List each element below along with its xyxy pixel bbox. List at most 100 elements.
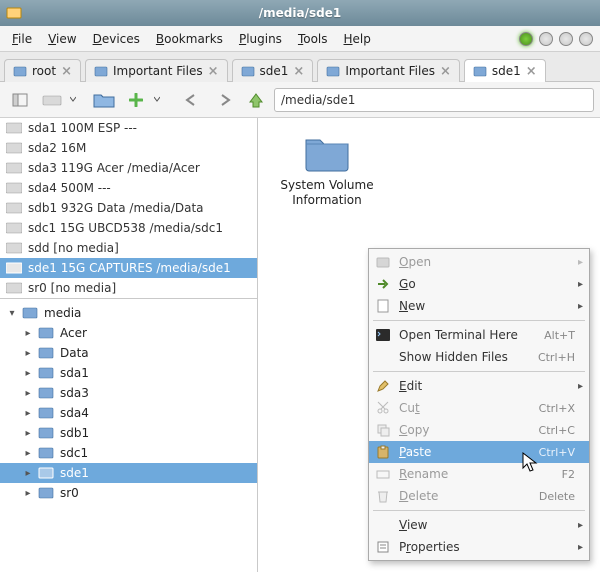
device-label: sde1 15G CAPTURES /media/sde1	[28, 261, 231, 275]
ctx-accel: Delete	[539, 490, 575, 503]
file-view[interactable]: System Volume Information Open▸ Go▸ New▸…	[258, 118, 600, 572]
drive-button[interactable]	[38, 86, 66, 114]
expander-icon[interactable]: ▸	[22, 408, 34, 419]
left-panel: sda1 100M ESP --- sda2 16M sda3 119G Ace…	[0, 118, 258, 572]
device-row[interactable]: sda2 16M	[0, 138, 257, 158]
tree-item[interactable]: ▸sda3	[0, 383, 257, 403]
ctx-label: Open Terminal Here	[399, 328, 536, 342]
tree-item[interactable]: ▸ sr0	[0, 483, 257, 503]
ctx-go[interactable]: Go▸	[369, 273, 589, 295]
toggle-sidepane-button[interactable]	[6, 86, 34, 114]
ctx-paste[interactable]: Paste Ctrl+V	[369, 441, 589, 463]
tree-item[interactable]: ▸sda1	[0, 363, 257, 383]
close-icon[interactable]: ×	[61, 65, 72, 78]
chevron-down-icon[interactable]	[70, 95, 76, 105]
device-label: sda1 100M ESP ---	[28, 121, 137, 135]
forward-button[interactable]	[210, 86, 238, 114]
expander-icon[interactable]: ▸	[22, 328, 34, 339]
device-row[interactable]: sdb1 932G Data /media/Data	[0, 198, 257, 218]
status-led-active	[519, 32, 533, 46]
device-row[interactable]: sda4 500M ---	[0, 178, 257, 198]
menu-tools[interactable]: Tools	[290, 29, 336, 49]
paste-icon	[375, 444, 391, 460]
tab-sde1-1[interactable]: sde1 ×	[232, 59, 314, 82]
expander-icon[interactable]: ▸	[22, 428, 34, 439]
rename-icon	[375, 466, 391, 482]
folder-tree: ▾media ▸Acer ▸Data ▸sda1 ▸sda3 ▸sda4 ▸sd…	[0, 299, 257, 572]
device-label: sda3 119G Acer /media/Acer	[28, 161, 200, 175]
ctx-rename: Rename F2	[369, 463, 589, 485]
tab-label: sde1	[492, 64, 521, 78]
device-row[interactable]: sda1 100M ESP ---	[0, 118, 257, 138]
ctx-show-hidden[interactable]: Show Hidden Files Ctrl+H	[369, 346, 589, 368]
back-button[interactable]	[178, 86, 206, 114]
chevron-down-icon[interactable]	[154, 95, 160, 105]
ctx-accel: Ctrl+V	[539, 446, 575, 459]
scissors-icon	[375, 400, 391, 416]
device-row[interactable]: sda3 119G Acer /media/Acer	[0, 158, 257, 178]
expander-icon[interactable]: ▾	[6, 308, 18, 319]
tab-label: sde1	[260, 64, 289, 78]
tree-item-selected[interactable]: ▸ sde1	[0, 463, 257, 483]
tab-sde1-active[interactable]: sde1 ×	[464, 59, 546, 82]
ctx-new[interactable]: New▸	[369, 295, 589, 317]
device-label: sdb1 932G Data /media/Data	[28, 201, 204, 215]
path-value: /media/sde1	[281, 93, 355, 107]
ctx-accel: F2	[562, 468, 575, 481]
path-input[interactable]: /media/sde1	[274, 88, 594, 112]
expander-icon[interactable]: ▸	[22, 368, 34, 379]
new-button[interactable]	[122, 86, 150, 114]
close-icon[interactable]: ×	[293, 65, 304, 78]
menu-view[interactable]: View	[40, 29, 84, 49]
close-icon[interactable]: ×	[526, 65, 537, 78]
device-row[interactable]: sdd [no media]	[0, 238, 257, 258]
device-row[interactable]: sdc1 15G UBCD538 /media/sdc1	[0, 218, 257, 238]
tree-root[interactable]: ▾ media	[0, 303, 257, 323]
expander-icon[interactable]: ▸	[22, 468, 34, 479]
pencil-icon	[375, 378, 391, 394]
tree-label: sda4	[58, 406, 89, 420]
ctx-open-terminal[interactable]: Open Terminal Here Alt+T	[369, 324, 589, 346]
tree-item[interactable]: ▸Data	[0, 343, 257, 363]
file-item[interactable]: System Volume Information	[272, 132, 382, 208]
tree-item[interactable]: ▸sdb1	[0, 423, 257, 443]
properties-icon	[375, 539, 391, 555]
menu-plugins[interactable]: Plugins	[231, 29, 290, 49]
terminal-icon	[375, 327, 391, 343]
tab-important-files-2[interactable]: Important Files ×	[317, 59, 460, 82]
tree-label: sde1	[58, 466, 89, 480]
tree-item[interactable]: ▸ sdc1	[0, 443, 257, 463]
menu-devices[interactable]: Devices	[85, 29, 148, 49]
separator	[373, 510, 585, 511]
menu-file[interactable]: File	[4, 29, 40, 49]
menu-help[interactable]: Help	[336, 29, 379, 49]
tree-label: sr0	[58, 486, 79, 500]
ctx-properties[interactable]: Properties▸	[369, 536, 589, 558]
ctx-edit[interactable]: Edit▸	[369, 375, 589, 397]
ctx-view[interactable]: View▸	[369, 514, 589, 536]
expander-icon[interactable]: ▸	[22, 488, 34, 499]
tree-item[interactable]: ▸ sda4	[0, 403, 257, 423]
open-folder-button[interactable]	[90, 86, 118, 114]
folder-icon	[94, 64, 108, 78]
expander-icon[interactable]: ▸	[22, 348, 34, 359]
tab-root[interactable]: root ×	[4, 59, 81, 82]
tree-label: media	[42, 306, 81, 320]
expander-icon[interactable]: ▸	[22, 448, 34, 459]
status-led-2	[539, 32, 553, 46]
status-led-3	[559, 32, 573, 46]
device-row[interactable]: sr0 [no media]	[0, 278, 257, 298]
close-icon[interactable]: ×	[440, 65, 451, 78]
menu-bookmarks[interactable]: Bookmarks	[148, 29, 231, 49]
close-icon[interactable]: ×	[208, 65, 219, 78]
device-row-selected[interactable]: sde1 15G CAPTURES /media/sde1	[0, 258, 257, 278]
tree-label: sdc1	[58, 446, 88, 460]
tab-important-files-1[interactable]: Important Files ×	[85, 59, 228, 82]
separator	[373, 371, 585, 372]
folder-icon	[326, 64, 340, 78]
expander-icon[interactable]: ▸	[22, 388, 34, 399]
tree-item[interactable]: ▸Acer	[0, 323, 257, 343]
ctx-label: Show Hidden Files	[399, 350, 530, 364]
up-button[interactable]	[242, 86, 270, 114]
toolbar: /media/sde1	[0, 82, 600, 118]
